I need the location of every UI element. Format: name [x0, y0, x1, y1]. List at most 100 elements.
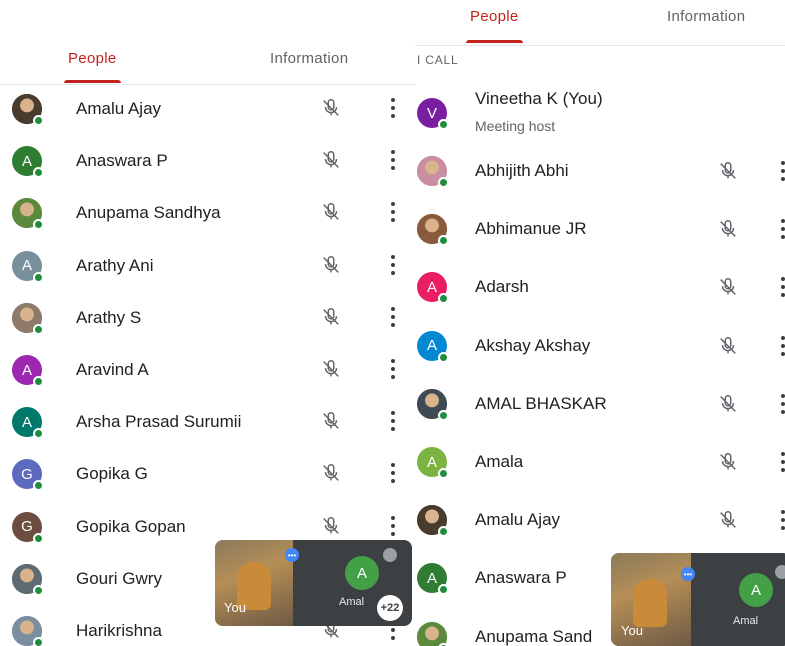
participant-name: Arsha Prasad Surumii — [76, 412, 242, 432]
tab-information[interactable]: Information — [270, 50, 348, 67]
more-options-icon[interactable] — [389, 150, 397, 171]
mic-off-icon — [717, 335, 739, 357]
participant-name: Amalu Ajay — [475, 510, 561, 530]
participant-row[interactable]: Anupama Sandhya — [0, 188, 415, 240]
participant-row[interactable]: Abhijith Abhi — [415, 144, 785, 196]
participant-row[interactable]: AMAL BHASKAR — [415, 377, 785, 429]
more-options-icon[interactable] — [779, 161, 785, 181]
mic-off-icon — [717, 451, 739, 473]
participant-avatar: A — [417, 272, 449, 305]
other-participant-avatar: A — [739, 573, 773, 607]
more-options-icon[interactable] — [779, 219, 785, 240]
participant-avatar: A — [12, 146, 44, 179]
participant-row[interactable]: A Aravind A — [0, 345, 415, 397]
online-indicator — [438, 351, 449, 363]
online-indicator — [438, 584, 449, 596]
online-indicator — [33, 376, 44, 387]
participant-avatar — [417, 388, 449, 421]
online-indicator — [438, 409, 449, 421]
mic-off-icon — [320, 201, 342, 223]
more-options-icon[interactable] — [779, 510, 785, 531]
more-options-icon[interactable] — [389, 202, 397, 223]
participant-name: Anupama Sandhya — [76, 203, 221, 223]
more-options-icon[interactable] — [779, 452, 785, 472]
more-options-icon[interactable] — [389, 98, 397, 118]
online-indicator — [438, 235, 449, 247]
more-options-icon[interactable] — [389, 411, 397, 432]
participant-avatar — [417, 505, 449, 538]
tab-information[interactable]: Information — [667, 8, 745, 25]
participant-avatar — [12, 94, 44, 126]
online-indicator — [33, 532, 44, 544]
tab-people[interactable]: People — [466, 8, 523, 43]
tab-underline — [466, 40, 523, 43]
participant-avatar: G — [12, 459, 44, 492]
tab-people[interactable]: People — [64, 50, 121, 83]
participant-name: Harikrishna — [76, 621, 162, 640]
participant-row[interactable]: Abhimanue JR — [415, 202, 785, 254]
participant-row[interactable]: A Amala — [415, 435, 785, 487]
more-options-icon[interactable] — [779, 393, 785, 414]
more-options-icon[interactable] — [389, 254, 397, 275]
pin-icon[interactable]: ••• — [285, 548, 299, 562]
mic-off-icon — [320, 410, 342, 432]
participant-name: Amalu Ajay — [76, 99, 162, 118]
muted-icon — [383, 548, 397, 562]
self-label: You — [224, 600, 246, 615]
participant-row[interactable]: Amalu Ajay — [0, 84, 415, 136]
participant-row[interactable]: Arathy S — [0, 293, 415, 345]
participant-avatar — [417, 214, 449, 247]
host-row[interactable]: V Vineetha K (You) Meeting host — [415, 86, 785, 144]
participant-avatar: A — [12, 250, 44, 283]
participant-avatar — [12, 302, 44, 335]
participant-name: AMAL BHASKAR — [475, 393, 607, 413]
participant-name: Amala — [475, 452, 524, 471]
participant-row[interactable]: A Anaswara P — [0, 136, 415, 188]
online-indicator — [33, 323, 44, 335]
more-options-icon[interactable] — [389, 515, 397, 536]
left-panel: People Information Amalu Ajay A Anaswara P… — [0, 0, 415, 646]
participant-name: Gopika Gopan — [76, 516, 186, 536]
section-label: I CALL — [417, 53, 459, 67]
participant-name: Adarsh — [475, 277, 529, 297]
participant-avatar — [417, 156, 449, 188]
participant-name: Gouri Gwry — [76, 568, 162, 588]
mic-off-icon — [320, 462, 342, 484]
host-avatar: V — [417, 98, 449, 130]
participant-avatar — [12, 198, 44, 231]
more-options-icon[interactable] — [779, 277, 785, 298]
online-indicator — [33, 480, 44, 492]
more-options-icon[interactable] — [779, 335, 785, 356]
participant-row[interactable]: A Akshay Akshay — [415, 319, 785, 371]
participant-name: Abhimanue JR — [475, 219, 587, 239]
mic-off-icon — [320, 358, 342, 380]
online-indicator — [33, 428, 44, 440]
tab-underline — [64, 80, 121, 83]
participant-row[interactable]: G Gopika G — [0, 449, 415, 501]
online-indicator — [438, 119, 449, 130]
picture-in-picture[interactable]: You ••• A Amal — [611, 553, 785, 646]
other-participant-avatar: A — [345, 556, 379, 590]
pin-icon[interactable]: ••• — [681, 567, 695, 581]
online-indicator — [33, 167, 44, 179]
more-participants-badge[interactable]: +22 — [377, 595, 403, 621]
participant-name: Anaswara P — [475, 568, 567, 588]
host-subtitle: Meeting host — [475, 118, 556, 134]
muted-icon — [775, 565, 785, 579]
online-indicator — [33, 271, 44, 283]
participant-avatar: A — [417, 330, 449, 363]
picture-in-picture[interactable]: You ••• A Amal +22 — [215, 540, 412, 626]
online-indicator — [33, 219, 44, 231]
tab-bar: People Information — [415, 0, 785, 46]
mic-off-icon — [717, 160, 739, 182]
participant-row[interactable]: A Adarsh — [415, 260, 785, 312]
more-options-icon[interactable] — [389, 359, 397, 379]
other-participant-label: Amal — [733, 615, 759, 627]
more-options-icon[interactable] — [389, 463, 397, 484]
participant-row[interactable]: A Arsha Prasad Surumii — [0, 397, 415, 449]
online-indicator — [438, 642, 449, 646]
more-options-icon[interactable] — [389, 306, 397, 327]
participant-row[interactable]: Amalu Ajay — [415, 493, 785, 545]
self-video-image — [633, 579, 667, 627]
participant-row[interactable]: A Arathy Ani — [0, 241, 415, 293]
